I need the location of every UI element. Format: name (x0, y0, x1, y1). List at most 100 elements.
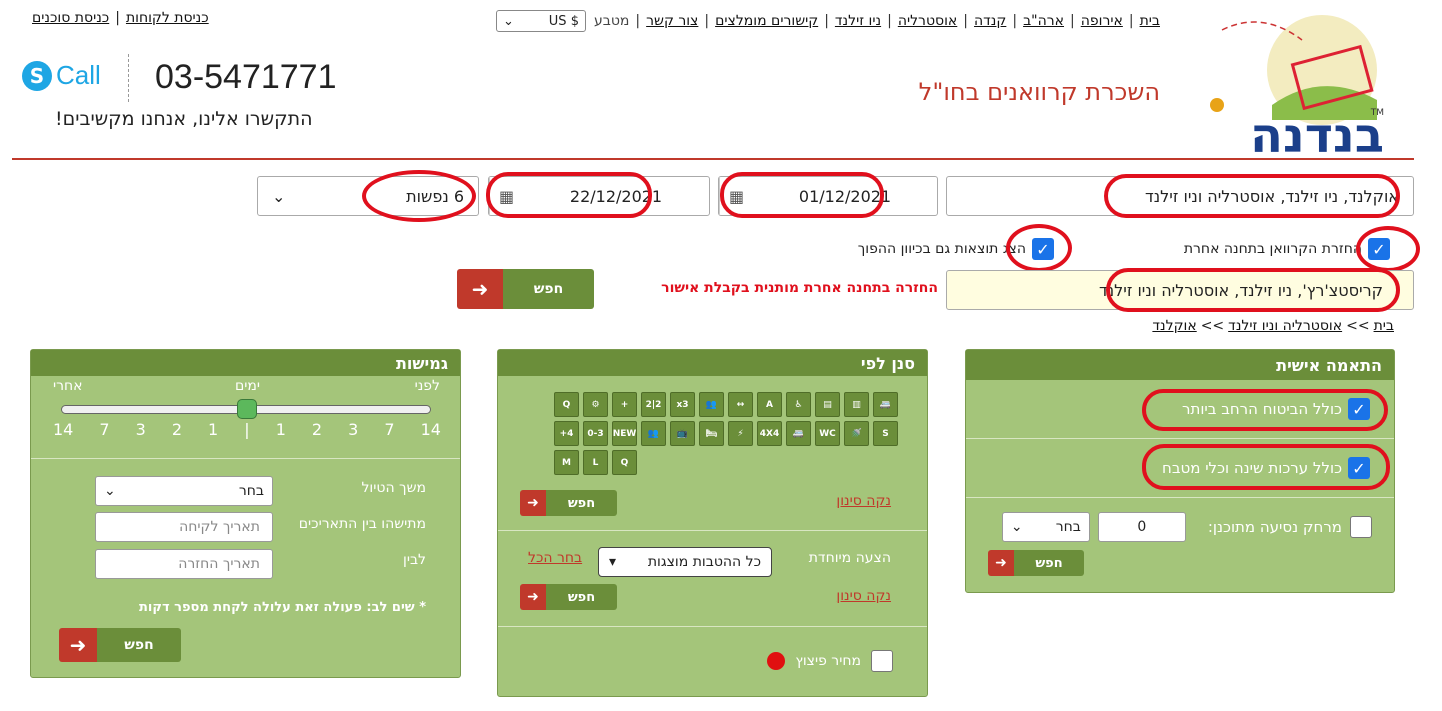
compensation-option[interactable]: מחיר פיצוץ (767, 650, 893, 672)
feature-filter-icon[interactable]: 🛏 (699, 421, 724, 446)
feature-filter-icon[interactable]: WC (815, 421, 840, 446)
arrow-left-icon: ➜ (988, 550, 1014, 576)
nav-canada[interactable]: קנדה (974, 13, 1006, 29)
scale-tick-label: 2 (171, 420, 183, 439)
filter-search-button[interactable]: חפש ➜ (520, 490, 617, 516)
feature-filter-icon[interactable]: 👥 (641, 421, 666, 446)
nav-europe[interactable]: אירופה (1081, 13, 1123, 29)
customers-login-link[interactable]: כניסת לקוחות (126, 10, 209, 26)
return-other-station-option[interactable]: ✓ החזרת הקרוואן בתחנה אחרת (1184, 238, 1390, 260)
personal-panel: התאמה אישית ✓ כולל הביטוח הרחב ביותר ✓ כ… (965, 349, 1395, 593)
pickup-location-field[interactable]: אוקלנד, ניו זילנד, אוסטרליה וניו זילנד (946, 176, 1414, 216)
checkbox-checked[interactable]: ✓ (1348, 457, 1370, 479)
reverse-results-option[interactable]: ✓ הצג תוצאות גם בכיוון ההפוך (858, 238, 1054, 260)
checkbox[interactable] (871, 650, 893, 672)
feature-filter-icon[interactable]: + (612, 392, 637, 417)
feature-filter-icon[interactable]: S (873, 421, 898, 446)
feature-filter-icon[interactable]: A (757, 392, 782, 417)
feature-filter-icon[interactable]: M (554, 450, 579, 475)
breadcrumb-region[interactable]: אוסטרליה וניו זילנד (1228, 318, 1342, 334)
breadcrumb-city[interactable]: אוקלנד (1152, 318, 1196, 334)
skype-call-button[interactable]: S Call (22, 60, 101, 91)
feature-filter-icon[interactable]: Q (554, 392, 579, 417)
arrow-left-icon: ➜ (520, 490, 546, 516)
return-date-field[interactable]: 22/12/2021 ▦ (488, 176, 710, 216)
feature-filter-icon[interactable]: 🚿 (844, 421, 869, 446)
panel-title: גמישות (31, 350, 460, 376)
trip-length-select[interactable]: בחר ⌄ (95, 476, 273, 506)
nav-new-zealand[interactable]: ניו זילנד (835, 13, 881, 29)
pickup-date-field[interactable]: 01/12/2021 ▦ (718, 176, 938, 216)
flex-pickup-date-input[interactable]: תאריך לקיחה (95, 512, 273, 542)
feature-filter-icon[interactable]: ⚡ (728, 421, 753, 446)
feature-filter-icon[interactable]: ♿ (786, 392, 811, 417)
feature-filter-icon[interactable]: ▥ (844, 392, 869, 417)
feature-filter-icon[interactable]: 2|2 (641, 392, 666, 417)
passengers-select[interactable]: 6 נפשות ⌄ (257, 176, 479, 216)
distance-row: מרחק נסיעה מתוכנן: 0 בחר ⌄ (966, 498, 1394, 542)
checkbox-checked[interactable]: ✓ (1368, 238, 1390, 260)
agents-login-link[interactable]: כניסת סוכנים (32, 10, 109, 26)
top-nav: בית | אירופה | ארה"ב | קנדה | אוסטרליה | ניו … (495, 10, 1160, 32)
phone-number[interactable]: 03-5471771 (155, 58, 337, 97)
feature-filter-icon[interactable]: ↔ (728, 392, 753, 417)
clear-filter-link-2[interactable]: נקה סינון (836, 588, 891, 604)
return-location-field[interactable]: קריסטצ'רץ', ניו זילנד, אוסטרליה וניו זיל… (946, 270, 1414, 310)
search-button[interactable]: חפש ➜ (457, 269, 594, 309)
scale-tick-label: 7 (99, 420, 110, 439)
currency-select[interactable]: ⌄ US $ (495, 10, 586, 32)
calendar-icon[interactable]: ▦ (489, 177, 523, 215)
feature-filter-icon[interactable]: ⚙ (583, 392, 608, 417)
logo[interactable]: בנדנה TM (1202, 10, 1402, 164)
chevron-down-icon: ⌄ (272, 186, 286, 206)
distance-select[interactable]: בחר ⌄ (1001, 512, 1090, 542)
flex-return-date-input[interactable]: תאריך החזרה (95, 549, 273, 579)
checkbox-checked[interactable]: ✓ (1348, 398, 1370, 420)
option-kitchen[interactable]: ✓ כולל ערכות שינה וכלי מטבח (966, 439, 1394, 497)
feature-filter-icon[interactable]: 0-3 (583, 421, 608, 446)
filter-search-button-2[interactable]: חפש ➜ (520, 584, 617, 610)
checkbox-checked[interactable]: ✓ (1032, 238, 1054, 260)
feature-filter-icon[interactable]: 🚐 (786, 421, 811, 446)
slider-handle[interactable] (237, 399, 257, 419)
distance-input[interactable]: 0 (1097, 512, 1186, 542)
flex-slider-track[interactable] (61, 399, 431, 419)
special-offer-dropdown[interactable]: כל ההטבות מוצגות ▾ (598, 547, 772, 577)
flex-search-button[interactable]: חפש ➜ (59, 628, 181, 662)
skype-icon: S (22, 60, 52, 91)
feature-filter-icon[interactable]: x3 (670, 392, 695, 417)
nav-contact[interactable]: צור קשר (646, 13, 698, 29)
feature-filter-icon[interactable]: Q (612, 450, 637, 475)
personal-search-button[interactable]: חפש ➜ (988, 550, 1084, 576)
nav-australia[interactable]: אוסטרליה (898, 13, 957, 29)
nav-home[interactable]: בית (1140, 13, 1160, 29)
calendar-icon[interactable]: ▦ (719, 177, 753, 215)
chevron-down-icon: ⌄ (1010, 519, 1023, 535)
breadcrumb-home[interactable]: בית (1374, 318, 1394, 334)
feature-filter-icon[interactable]: 🚐 (873, 392, 898, 417)
page-subtitle: השכרת קרוואנים בחו"ל (918, 78, 1160, 106)
feature-filter-icon[interactable]: ▤ (815, 392, 840, 417)
feature-filter-icon[interactable]: 📺 (670, 421, 695, 446)
divider (128, 54, 129, 102)
caret-down-icon: ▾ (609, 554, 617, 570)
arrow-left-icon: ➜ (457, 269, 503, 309)
nav-links[interactable]: קישורים מומלצים (715, 13, 818, 29)
clear-filter-link[interactable]: נקה סינון (836, 493, 891, 509)
svg-text:בנדנה: בנדנה (1250, 108, 1384, 160)
option-insurance[interactable]: ✓ כולל הביטוח הרחב ביותר (966, 380, 1394, 438)
feature-filter-icon[interactable]: L (583, 450, 608, 475)
select-all-link[interactable]: בחר הכל (528, 550, 582, 566)
checkbox[interactable] (1350, 516, 1372, 538)
scale-tick-label: 2 (311, 420, 323, 439)
arrow-left-icon: ➜ (520, 584, 546, 610)
feature-filter-icon[interactable]: NEW (612, 421, 637, 446)
bomb-icon (767, 652, 786, 670)
flex-scale: 14 7 3 2 1 | 1 2 3 7 14 (53, 420, 441, 439)
flexibility-panel: גמישות לפני ימים אחרי 14 7 3 2 1 | 1 2 3 7 14 משך … (30, 349, 461, 678)
nav-usa[interactable]: ארה"ב (1023, 13, 1064, 29)
feature-filter-icon[interactable]: 4X4 (757, 421, 782, 446)
feature-filter-icon[interactable]: +4 (554, 421, 579, 446)
feature-filter-icon[interactable]: 👥 (699, 392, 724, 417)
contact-text: התקשרו אלינו, אנחנו מקשיבים! (55, 108, 313, 130)
